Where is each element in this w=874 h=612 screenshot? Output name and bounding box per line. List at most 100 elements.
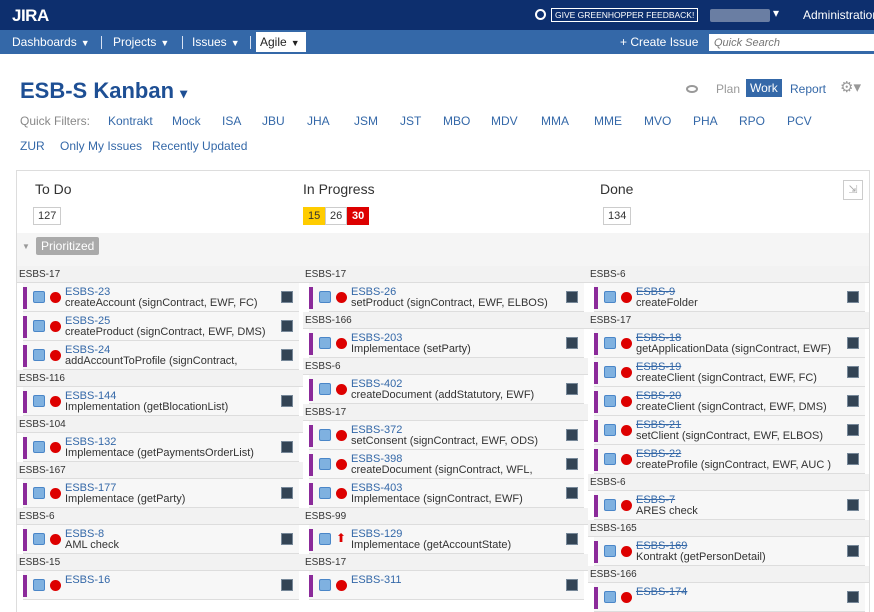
chevron-down-icon[interactable]: ▾	[773, 6, 779, 20]
issue-card[interactable]: ESBS-398 createDocument (signContract, WF…	[309, 450, 584, 479]
quick-filter[interactable]: PCV	[787, 114, 812, 128]
quick-filter[interactable]: Kontrakt	[108, 114, 153, 128]
nav-agile[interactable]: Agile ▼	[256, 32, 306, 52]
issue-key[interactable]: ESBS-16	[65, 574, 110, 586]
create-issue-button[interactable]: + Create Issue	[620, 35, 698, 49]
issue-card[interactable]: ESBS-144 Implementation (getBlocationList…	[23, 387, 299, 416]
quick-filter[interactable]: MMA	[541, 114, 569, 128]
issue-card[interactable]: ESBS-174	[594, 583, 865, 612]
assignee-avatar	[847, 499, 859, 511]
feedback-button[interactable]: GIVE GREENHOPPER FEEDBACK!	[551, 8, 699, 22]
assignee-avatar	[566, 579, 578, 591]
epic-color-bar	[594, 541, 598, 563]
quick-filter[interactable]: JBU	[262, 114, 285, 128]
report-mode[interactable]: Report	[790, 82, 826, 96]
issue-card[interactable]: ESBS-26 setProduct (signContract, EWF, EL…	[309, 283, 584, 312]
issue-summary: createProfile (signContract, EWF, AUC )	[636, 459, 832, 471]
epic-header[interactable]: ESBS-17	[303, 554, 588, 571]
administration-link[interactable]: Administration	[803, 8, 874, 22]
user-menu[interactable]	[710, 9, 770, 22]
issue-card[interactable]: ESBS-177 Implementace (getParty)	[23, 479, 299, 508]
issue-key[interactable]: ESBS-174	[636, 586, 687, 598]
epic-header[interactable]: ESBS-165	[588, 520, 869, 537]
epic-header[interactable]: ESBS-116	[17, 370, 303, 387]
assignee-avatar	[566, 337, 578, 349]
epic-header[interactable]: ESBS-17	[588, 312, 869, 329]
quick-filter[interactable]: ISA	[222, 114, 241, 128]
issue-card[interactable]: ESBS-23 createAccount (signContract, EWF,…	[23, 283, 299, 312]
issue-card[interactable]: ESBS-203 Implementace (setParty)	[309, 329, 584, 358]
task-type-icon	[604, 366, 616, 378]
epic-header[interactable]: ESBS-6	[17, 508, 303, 525]
epic-header[interactable]: ESBS-6	[588, 474, 869, 491]
board-title[interactable]: ESB-S Kanban ▾	[20, 78, 187, 104]
epic-header[interactable]: ESBS-166	[303, 312, 588, 329]
issue-card[interactable]: ESBS-8 AML check	[23, 525, 299, 554]
chevron-down-icon[interactable]: ▼	[22, 242, 30, 251]
issue-summary: setClient (signContract, EWF, ELBOS)	[636, 430, 824, 442]
quick-filter[interactable]: RPO	[739, 114, 765, 128]
quick-filter[interactable]: Mock	[172, 114, 201, 128]
issue-card[interactable]: ESBS-19 createClient (signContract, EWF, …	[594, 358, 865, 387]
issue-key[interactable]: ESBS-311	[351, 574, 402, 586]
nav-dashboards[interactable]: Dashboards ▼	[12, 35, 90, 49]
issue-card[interactable]: ESBS-311	[309, 571, 584, 600]
issue-card[interactable]: ESBS-7 ARES check	[594, 491, 865, 520]
issue-card[interactable]: ESBS-18 getApplicationData (signContract,…	[594, 329, 865, 358]
quick-filter[interactable]: Recently Updated	[152, 139, 247, 153]
swimlane-prioritized[interactable]: Prioritized	[36, 237, 100, 255]
quick-filter[interactable]: Only My Issues	[60, 139, 142, 153]
task-type-icon	[604, 337, 616, 349]
issue-summary: Implementace (getAccountState)	[351, 539, 512, 551]
jira-logo[interactable]: JIRA	[12, 6, 49, 26]
issue-card[interactable]: ESBS-16	[23, 571, 299, 600]
quick-filter[interactable]: MDV	[491, 114, 518, 128]
epic-header[interactable]: ESBS-15	[17, 554, 303, 571]
issue-card[interactable]: ESBS-22 createProfile (signContract, EWF,…	[594, 445, 865, 474]
quick-filter[interactable]: MBO	[443, 114, 470, 128]
epic-header[interactable]: ESBS-17	[17, 266, 303, 283]
issue-card[interactable]: ESBS-25 createProduct (signContract, EWF,…	[23, 312, 299, 341]
issue-card[interactable]: ESBS-132 Implementace (getPaymentsOrderLi…	[23, 433, 299, 462]
quick-filter[interactable]: ZUR	[20, 139, 45, 153]
epic-header[interactable]: ESBS-6	[303, 358, 588, 375]
epic-color-bar	[594, 420, 598, 442]
quick-filter[interactable]: MME	[594, 114, 622, 128]
plan-mode[interactable]: Plan	[716, 82, 740, 96]
quick-filter[interactable]: MVO	[644, 114, 671, 128]
issue-count: 134	[603, 207, 632, 225]
epic-header[interactable]: ESBS-167	[17, 462, 303, 479]
epic-header[interactable]: ESBS-104	[17, 416, 303, 433]
epic-header[interactable]: ESBS-99	[303, 508, 588, 525]
epic-header[interactable]: ESBS-17	[303, 404, 588, 421]
issue-card[interactable]: ESBS-24 addAccountToProfile (signContract…	[23, 341, 299, 370]
epic-color-bar	[23, 575, 27, 597]
nav-issues[interactable]: Issues ▼	[192, 35, 240, 49]
quick-search-input[interactable]	[709, 34, 874, 51]
gear-icon[interactable]: ⚙▾	[840, 78, 861, 96]
epic-header[interactable]: ESBS-17	[303, 266, 588, 283]
issue-card[interactable]: ESBS-20 createClient (signContract, EWF, …	[594, 387, 865, 416]
quick-filter[interactable]: JHA	[307, 114, 330, 128]
quick-filter[interactable]: JSM	[354, 114, 378, 128]
epic-color-bar	[23, 437, 27, 459]
collapse-icon[interactable]: ⇲	[843, 180, 863, 200]
nav-projects[interactable]: Projects ▼	[113, 35, 169, 49]
issue-count: 26	[325, 207, 348, 225]
issue-card[interactable]: ESBS-9 createFolder	[594, 283, 865, 312]
issue-card[interactable]: ⬆ ESBS-129 Implementace (getAccountState)	[309, 525, 584, 554]
priority-up-icon: ⬆	[336, 531, 347, 545]
quick-filter[interactable]: PHA	[693, 114, 718, 128]
issue-card[interactable]: ESBS-403 Implementace (signContract, EWF)	[309, 479, 584, 508]
issue-card[interactable]: ESBS-21 setClient (signContract, EWF, ELB…	[594, 416, 865, 445]
epic-color-bar	[594, 391, 598, 413]
issue-card[interactable]: ESBS-169 Kontrakt (getPersonDetail)	[594, 537, 865, 566]
issue-summary: AML check	[65, 539, 120, 551]
work-mode[interactable]: Work	[746, 79, 782, 97]
epic-header[interactable]: ESBS-166	[588, 566, 869, 583]
quick-filter[interactable]: JST	[400, 114, 421, 128]
issue-card[interactable]: ESBS-372 setConsent (signContract, EWF, O…	[309, 421, 584, 450]
epic-header[interactable]: ESBS-6	[588, 266, 869, 283]
issue-card[interactable]: ESBS-402 createDocument (addStatutory, EW…	[309, 375, 584, 404]
epic-color-bar	[594, 495, 598, 517]
